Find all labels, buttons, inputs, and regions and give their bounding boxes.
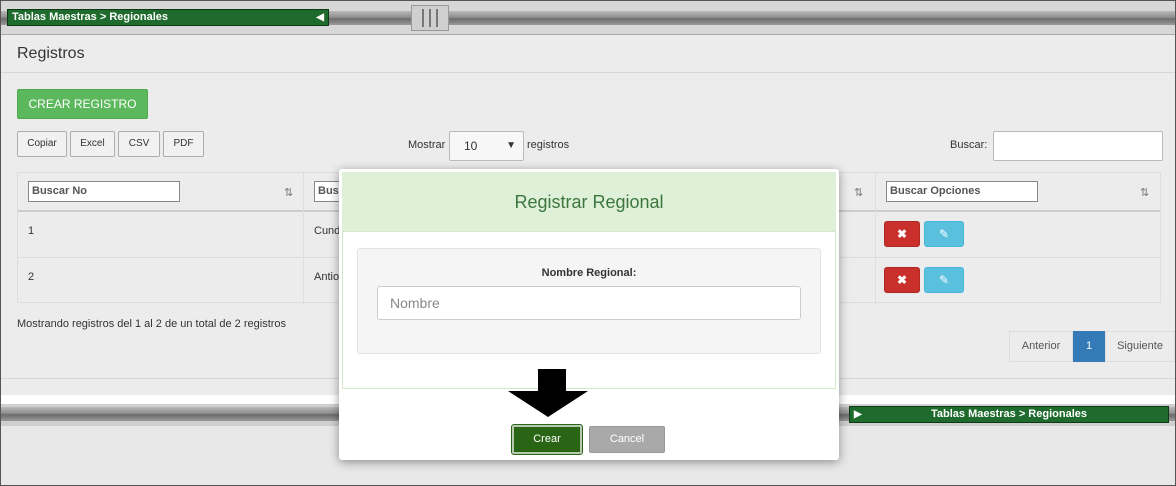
form-well: Nombre Regional: bbox=[357, 248, 821, 354]
cancel-button[interactable]: Cancel bbox=[589, 426, 665, 453]
regional-name-input[interactable] bbox=[377, 286, 801, 320]
down-arrow-icon bbox=[508, 369, 588, 417]
modal-header: Registrar Regional bbox=[342, 172, 836, 232]
modal-title: Registrar Regional bbox=[514, 192, 664, 212]
app-window: Tablas Maestras > Regionales ◀ Registros… bbox=[0, 0, 1176, 486]
register-regional-modal: Registrar Regional Nombre Regional: Crea… bbox=[339, 169, 839, 460]
create-button[interactable]: Crear bbox=[511, 424, 583, 455]
regional-name-label: Nombre Regional: bbox=[541, 267, 637, 279]
